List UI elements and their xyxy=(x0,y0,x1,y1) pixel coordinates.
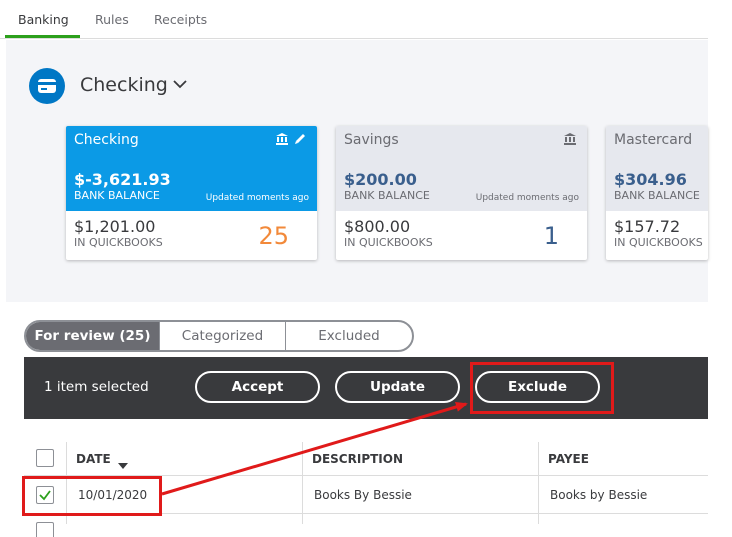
annotation-arrow xyxy=(161,402,468,496)
